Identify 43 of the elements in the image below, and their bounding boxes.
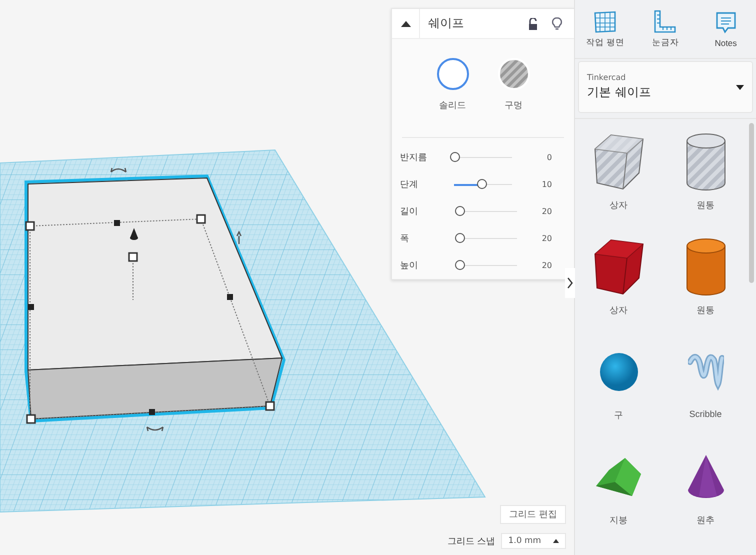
cone-icon — [686, 454, 724, 500]
slider-label: 단계 — [400, 179, 419, 191]
panel-title: 쉐이프 — [427, 15, 465, 32]
slider-value: 20 — [542, 261, 553, 270]
shape-item[interactable]: 원통 — [662, 236, 749, 326]
snap-grid-select[interactable]: 1.0 mm — [501, 533, 566, 549]
shape-item[interactable]: 상자 — [575, 131, 662, 221]
dropdown-caret-icon — [736, 84, 744, 90]
slider-label: 길이 — [400, 206, 419, 218]
chevron-icon[interactable] — [565, 268, 575, 298]
edit-grid-button[interactable]: 그리드 편집 — [500, 505, 566, 524]
scrollbar[interactable] — [749, 123, 754, 283]
cylinder-icon — [684, 238, 726, 296]
shape-item[interactable]: Scribble — [662, 341, 749, 431]
toolbar-button[interactable]: 작업 평면 — [577, 10, 634, 48]
ruler-icon — [653, 10, 678, 34]
slider-value: 0 — [546, 153, 553, 162]
cylinder-icon — [684, 133, 726, 191]
toolbar-button[interactable]: Notes — [698, 10, 754, 48]
slider-label: 반지름 — [400, 152, 428, 164]
cube-icon — [592, 133, 644, 191]
shape-item[interactable]: 원추 — [662, 446, 749, 536]
cube-icon — [592, 238, 644, 296]
slider-label: 폭 — [400, 233, 410, 245]
shape-item[interactable]: 구 — [575, 341, 662, 431]
slider-value: 10 — [542, 180, 553, 189]
slider-value: 20 — [542, 207, 553, 216]
sphere-icon — [598, 352, 638, 392]
slider-value: 20 — [542, 234, 553, 243]
lock-icon[interactable] — [528, 18, 538, 30]
slider-label: 높이 — [400, 260, 419, 272]
grid-icon — [593, 10, 618, 34]
notes-icon — [714, 10, 737, 34]
toolbar-button[interactable]: 눈금자 — [637, 10, 694, 48]
caret-up-icon — [400, 20, 410, 26]
caret-up-icon — [553, 539, 559, 543]
shape-item[interactable]: 원통 — [662, 131, 749, 221]
light-bulb-icon[interactable] — [552, 16, 562, 30]
snap-grid-label: 그리드 스냅 — [447, 536, 496, 548]
shape-item[interactable]: 지붕 — [575, 446, 662, 536]
roof-icon — [594, 456, 642, 498]
shape-item[interactable]: 상자 — [575, 236, 662, 326]
shape-library-dropdown[interactable]: Tinkercad 기본 쉐이프 — [578, 61, 753, 113]
